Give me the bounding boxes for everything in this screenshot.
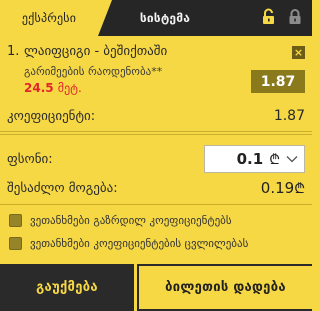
stake-label: ფსონი: [7, 151, 53, 167]
coefficient-row: კოეფიციენტი: 1.87 [7, 105, 305, 127]
lari-icon: ₾ [294, 180, 305, 197]
bet-odds: 1.87 [251, 70, 305, 93]
tab-system-label: სისტემა [139, 11, 191, 25]
bet-match-name: ლაიფციგი - ბეშიქთაში [24, 44, 168, 59]
place-bet-button[interactable]: ბილეთის დადება [137, 264, 312, 311]
tab-system[interactable]: სისტემა [110, 0, 220, 36]
possible-win-label: შესაძლო მოგება: [7, 180, 118, 196]
bet-line-unit: მეტ. [57, 81, 82, 95]
coefficient-label: კოეფიციენტი: [7, 108, 96, 124]
divider [0, 134, 312, 135]
stake-amount: 0.1 [236, 150, 264, 168]
bet-number: 1. [7, 44, 20, 59]
bet-line-value: 24.5 [24, 81, 54, 95]
bet-market: გარიმეების რაოდენობა** [24, 65, 163, 78]
bet-line: 24.5 მეტ. [24, 81, 82, 95]
possible-win-row: შესაძლო მოგება: 0.19₾ [7, 177, 305, 199]
remove-bet-icon[interactable]: × [292, 46, 305, 59]
coefficient-value: 1.87 [273, 108, 305, 124]
cancel-button-label: გაუქმება [36, 280, 98, 295]
tab-express[interactable]: ექსპრესი [0, 0, 112, 36]
accept-increased-odds-checkbox[interactable] [9, 214, 22, 227]
accept-increased-odds-label: ვეთანხმები გაზრდილ კოეფიციენტებს [30, 214, 232, 227]
tab-express-label: ექსპრესი [21, 11, 77, 25]
accept-odds-changes-option[interactable]: ვეთანხმები კოეფიციენტების ცვლილებას [9, 237, 248, 250]
lock-icon[interactable] [286, 8, 304, 26]
accept-odds-changes-label: ვეთანხმები კოეფიციენტების ცვლილებას [30, 237, 249, 250]
accept-odds-changes-checkbox[interactable] [9, 237, 22, 250]
bet-slip-tabs: ექსპრესი სისტემა [0, 0, 312, 36]
possible-win-value-wrap: 0.19₾ [261, 179, 305, 198]
stake-row: ფსონი: 0.1 ₾ [7, 145, 305, 173]
header-icons [260, 8, 304, 26]
accept-increased-odds-option[interactable]: ვეთანხმები გაზრდილ კოეფიციენტებს [9, 214, 232, 227]
possible-win-value: 0.19 [260, 178, 295, 197]
chevron-down-icon[interactable] [286, 154, 298, 164]
cancel-button[interactable]: გაუქმება [0, 264, 134, 311]
lari-icon: ₾ [269, 151, 280, 168]
place-bet-button-label: ბილეთის დადება [165, 280, 286, 295]
unlock-icon[interactable] [260, 8, 278, 26]
divider [0, 204, 312, 205]
stake-select[interactable]: 0.1 ₾ [204, 145, 305, 173]
